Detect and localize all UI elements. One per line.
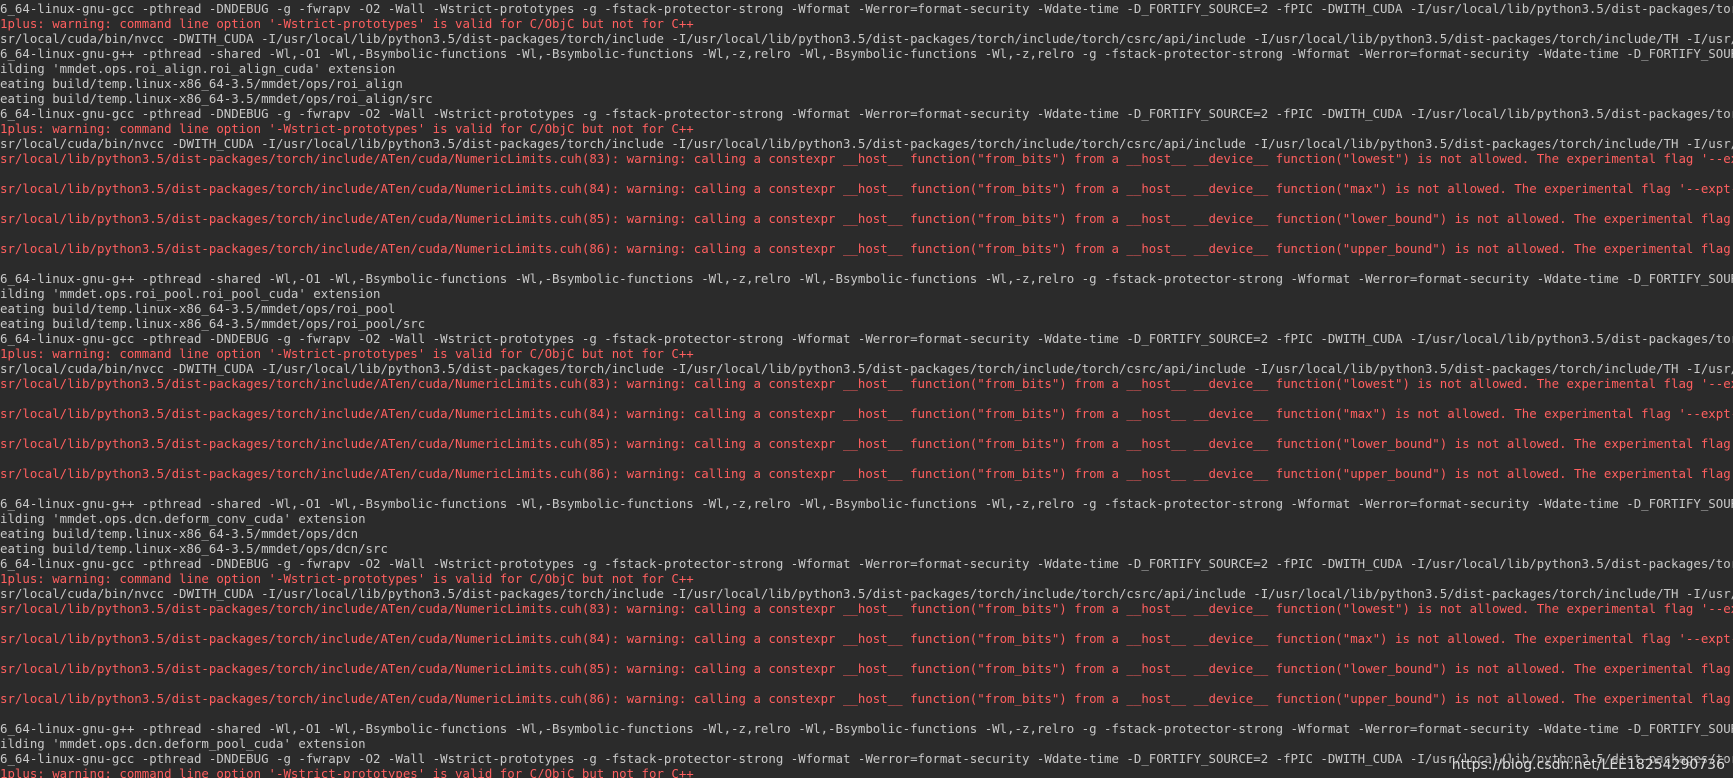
warning-line: sr/local/lib/python3.5/dist-packages/tor… — [0, 181, 1733, 196]
output-line: sr/local/cuda/bin/nvcc -DWITH_CUDA -I/us… — [0, 136, 1733, 151]
output-line: ilding 'mmdet.ops.roi_pool.roi_pool_cuda… — [0, 286, 381, 301]
warning-line: sr/local/lib/python3.5/dist-packages/tor… — [0, 406, 1733, 421]
output-line: 6_64-linux-gnu-gcc -pthread -DNDEBUG -g … — [0, 556, 1733, 571]
warning-line: sr/local/lib/python3.5/dist-packages/tor… — [0, 151, 1733, 166]
output-line: 6_64-linux-gnu-gcc -pthread -DNDEBUG -g … — [0, 331, 1733, 346]
warning-line: 1plus: warning: command line option '-Ws… — [0, 121, 694, 136]
warning-line: sr/local/lib/python3.5/dist-packages/tor… — [0, 631, 1733, 646]
output-line: sr/local/cuda/bin/nvcc -DWITH_CUDA -I/us… — [0, 31, 1733, 46]
output-line: eating build/temp.linux-x86_64-3.5/mmdet… — [0, 301, 396, 316]
output-line: 6_64-linux-gnu-gcc -pthread -DNDEBUG -g … — [0, 106, 1733, 121]
output-line: 6_64-linux-gnu-g++ -pthread -shared -Wl,… — [0, 496, 1733, 511]
warning-line: sr/local/lib/python3.5/dist-packages/tor… — [0, 241, 1731, 256]
warning-line: sr/local/lib/python3.5/dist-packages/tor… — [0, 601, 1733, 616]
output-line: eating build/temp.linux-x86_64-3.5/mmdet… — [0, 541, 388, 556]
output-line: eating build/temp.linux-x86_64-3.5/mmdet… — [0, 91, 433, 106]
warning-line: sr/local/lib/python3.5/dist-packages/tor… — [0, 466, 1731, 481]
output-line: 6_64-linux-gnu-gcc -pthread -DNDEBUG -g … — [0, 1, 1733, 16]
output-line: sr/local/cuda/bin/nvcc -DWITH_CUDA -I/us… — [0, 361, 1733, 376]
warning-line: sr/local/lib/python3.5/dist-packages/tor… — [0, 661, 1731, 676]
output-line: sr/local/cuda/bin/nvcc -DWITH_CUDA -I/us… — [0, 586, 1733, 601]
warning-line: sr/local/lib/python3.5/dist-packages/tor… — [0, 436, 1731, 451]
output-line: eating build/temp.linux-x86_64-3.5/mmdet… — [0, 316, 426, 331]
output-line: ilding 'mmdet.ops.dcn.deform_pool_cuda' … — [0, 736, 366, 751]
watermark-text: https://blog.csdn.net/LEE18254290736 — [1451, 757, 1725, 773]
output-line: 6_64-linux-gnu-g++ -pthread -shared -Wl,… — [0, 721, 1733, 736]
warning-line: sr/local/lib/python3.5/dist-packages/tor… — [0, 691, 1731, 706]
warning-line: 1plus: warning: command line option '-Ws… — [0, 16, 694, 31]
output-line: eating build/temp.linux-x86_64-3.5/mmdet… — [0, 526, 359, 541]
terminal-output[interactable]: 6_64-linux-gnu-gcc -pthread -DNDEBUG -g … — [0, 0, 1733, 778]
output-line: eating build/temp.linux-x86_64-3.5/mmdet… — [0, 76, 403, 91]
warning-line: 1plus: warning: command line option '-Ws… — [0, 346, 694, 361]
output-line: 6_64-linux-gnu-g++ -pthread -shared -Wl,… — [0, 46, 1733, 61]
warning-line: sr/local/lib/python3.5/dist-packages/tor… — [0, 376, 1733, 391]
warning-line: 1plus: warning: command line option '-Ws… — [0, 571, 694, 586]
output-line: 6_64-linux-gnu-g++ -pthread -shared -Wl,… — [0, 271, 1733, 286]
output-line: ilding 'mmdet.ops.roi_align.roi_align_cu… — [0, 61, 396, 76]
terminal-lines: 6_64-linux-gnu-gcc -pthread -DNDEBUG -g … — [0, 1, 1733, 778]
output-line: ilding 'mmdet.ops.dcn.deform_conv_cuda' … — [0, 511, 366, 526]
warning-line: sr/local/lib/python3.5/dist-packages/tor… — [0, 211, 1731, 226]
